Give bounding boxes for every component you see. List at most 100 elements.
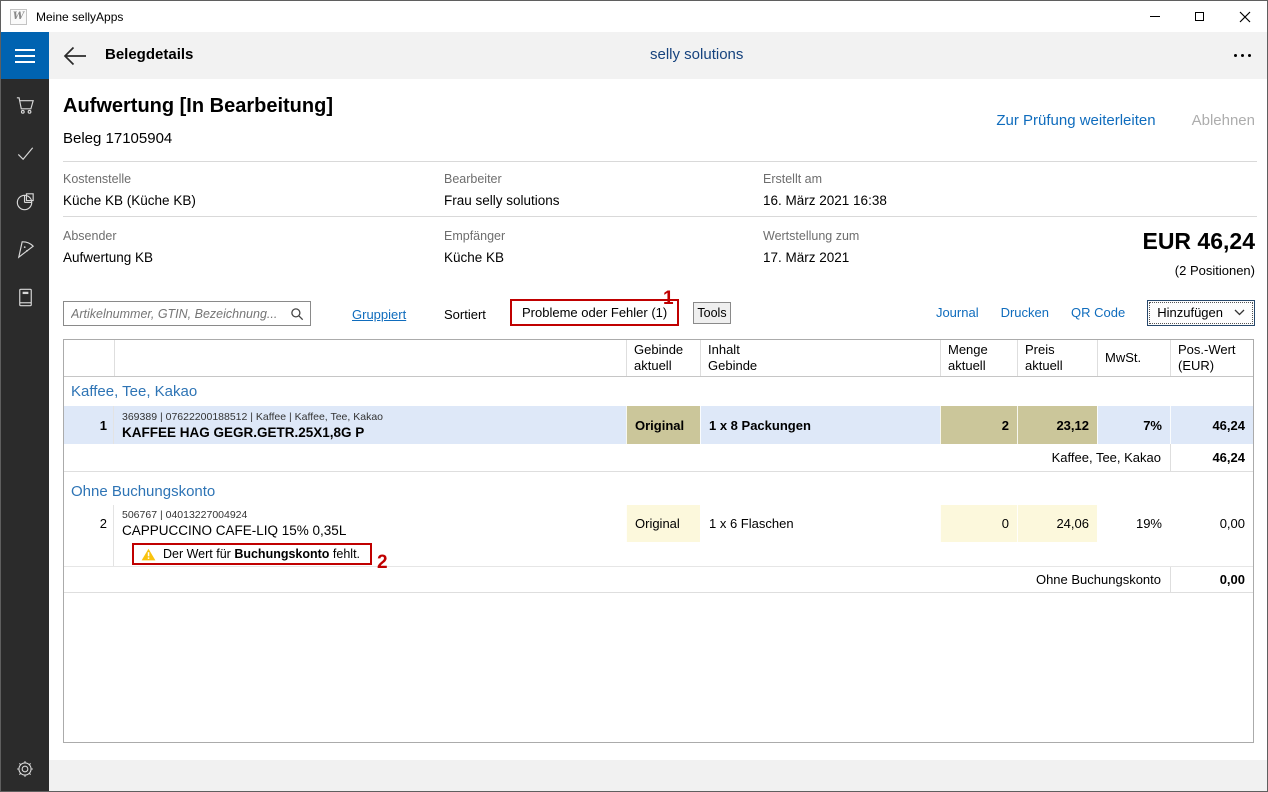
sidebar-item-catalog[interactable]: [1, 281, 49, 313]
ellipsis-icon: [1234, 54, 1237, 57]
document-number: Beleg 17105904: [63, 130, 172, 147]
meta-label: Erstellt am: [763, 172, 1063, 186]
bottom-bar: [49, 760, 1267, 791]
cell-pos-wert: 0,00: [1170, 505, 1253, 542]
col-gebinde: Gebindeaktuell: [626, 340, 700, 376]
search-box: [63, 301, 311, 326]
table-row-2[interactable]: 2 506767 | 04013227004924 CAPPUCCINO CAF…: [64, 505, 1253, 542]
col-preis: Preisaktuell: [1017, 340, 1097, 376]
app-icon: W: [10, 9, 27, 25]
col-row-number: [64, 340, 114, 376]
article-title: KAFFEE HAG GEGR.GETR.25X1,8G P: [122, 425, 618, 440]
article-description: 369389 | 07622200188512 | Kaffee | Kaffe…: [114, 406, 626, 444]
meta-bearbeiter: Bearbeiter Frau selly solutions: [444, 172, 744, 208]
brand-label: selly solutions: [650, 46, 743, 63]
meta-value: Aufwertung KB: [63, 250, 363, 265]
price-tag-icon: [14, 238, 37, 261]
subtotal-value: 46,24: [1170, 444, 1253, 471]
cell-preis: 24,06: [1017, 505, 1097, 542]
meta-label: Absender: [63, 229, 363, 243]
meta-kostenstelle: Kostenstelle Küche KB (Küche KB): [63, 172, 363, 208]
document-title: Aufwertung [In Bearbeitung]: [63, 95, 333, 118]
qr-code-link[interactable]: QR Code: [1071, 305, 1125, 320]
cell-mwst: 7%: [1097, 406, 1170, 444]
forward-for-review-link[interactable]: Zur Prüfung weiterleiten: [996, 112, 1155, 129]
hamburger-menu-button[interactable]: [1, 32, 49, 79]
col-menge: Mengeaktuell: [940, 340, 1017, 376]
meta-value: Küche KB (Küche KB): [63, 193, 363, 208]
book-icon: [14, 286, 37, 309]
cell-inhalt: 1 x 8 Packungen: [700, 406, 940, 444]
chevron-down-icon: [1234, 309, 1245, 316]
sidebar-item-articles[interactable]: [1, 233, 49, 265]
add-dropdown-button[interactable]: Hinzufügen: [1147, 300, 1255, 326]
row-number: 1: [64, 406, 114, 444]
checkmark-icon: [14, 142, 37, 165]
toolbar-right: Journal Drucken QR Code Hinzufügen: [936, 299, 1255, 326]
col-description: [114, 340, 626, 376]
page-title: Belegdetails: [105, 46, 193, 63]
positions-table: Gebindeaktuell InhaltGebinde Mengeaktuel…: [63, 339, 1254, 743]
warning-row: Der Wert für Buchungskonto fehlt. 2: [64, 542, 1253, 567]
minimize-icon: [1150, 16, 1160, 17]
warning-text: Der Wert für Buchungskonto fehlt.: [163, 547, 360, 561]
meta-wertstellung: Wertstellung zum 17. März 2021: [763, 229, 1063, 265]
table-header-row: Gebindeaktuell InhaltGebinde Mengeaktuel…: [64, 340, 1253, 377]
table-row-1[interactable]: 1 369389 | 07622200188512 | Kaffee | Kaf…: [64, 406, 1253, 444]
print-link[interactable]: Drucken: [1001, 305, 1049, 320]
meta-label: Kostenstelle: [63, 172, 363, 186]
close-button[interactable]: [1222, 1, 1267, 32]
divider: [63, 216, 1257, 217]
row-number: 2: [64, 505, 114, 542]
sidebar: [1, 79, 49, 791]
search-input[interactable]: [64, 307, 290, 321]
hamburger-icon: [15, 49, 35, 51]
cell-preis: 23,12: [1017, 406, 1097, 444]
subtotal-row-kaffee: Kaffee, Tee, Kakao 46,24: [64, 444, 1253, 472]
maximize-button[interactable]: [1177, 1, 1222, 32]
meta-absender: Absender Aufwertung KB: [63, 229, 363, 265]
sidebar-item-reports[interactable]: [1, 185, 49, 217]
settings-gear-icon: [14, 758, 36, 780]
total-amount: EUR 46,24: [1142, 228, 1255, 255]
annotation-marker-1: 1: [663, 288, 674, 310]
sidebar-item-orders[interactable]: [1, 89, 49, 121]
journal-link[interactable]: Journal: [936, 305, 979, 320]
cell-pos-wert: 46,24: [1170, 406, 1253, 444]
cell-inhalt: 1 x 6 Flaschen: [700, 505, 940, 542]
problems-filter[interactable]: Probleme oder Fehler (1): [522, 305, 667, 320]
cart-icon: [14, 94, 37, 117]
meta-value: Küche KB: [444, 250, 744, 265]
sidebar-item-approvals[interactable]: [1, 137, 49, 169]
add-button-label: Hinzufügen: [1157, 305, 1223, 320]
window-title: Meine sellyApps: [36, 10, 123, 24]
annotation-box-problems: Probleme oder Fehler (1): [510, 299, 679, 326]
back-button[interactable]: [61, 42, 89, 70]
col-pos-wert: Pos.-Wert(EUR): [1170, 340, 1253, 376]
cell-menge: 0: [940, 505, 1017, 542]
divider: [63, 161, 1257, 162]
article-meta: 369389 | 07622200188512 | Kaffee | Kaffe…: [122, 411, 618, 423]
minimize-button[interactable]: [1132, 1, 1177, 32]
tools-button[interactable]: Tools: [693, 302, 731, 324]
more-options-button[interactable]: [1234, 54, 1251, 57]
sidebar-item-settings[interactable]: [1, 753, 49, 785]
cell-gebinde: Original: [626, 406, 700, 444]
annotation-box-warning: Der Wert für Buchungskonto fehlt.: [132, 543, 372, 565]
grouped-toggle[interactable]: Gruppiert: [352, 307, 406, 322]
close-icon: [1239, 11, 1251, 23]
back-arrow-icon: [62, 44, 88, 68]
subtotal-label: Ohne Buchungskonto: [64, 567, 1170, 592]
meta-value: 17. März 2021: [763, 250, 1063, 265]
group-header-ohne-buchungskonto: Ohne Buchungskonto: [64, 472, 1253, 505]
article-title: CAPPUCCINO CAFE-LIQ 15% 0,35L: [122, 523, 618, 538]
window-controls: [1132, 1, 1267, 32]
cell-menge: 2: [940, 406, 1017, 444]
col-mwst: MwSt.: [1097, 340, 1170, 376]
warning-icon: [141, 548, 156, 561]
subtotal-label: Kaffee, Tee, Kakao: [64, 444, 1170, 471]
app-window: W Meine sellyApps Belegdetails selly sol…: [0, 0, 1268, 792]
sorted-toggle[interactable]: Sortiert: [444, 307, 486, 322]
subtotal-value: 0,00: [1170, 567, 1253, 592]
meta-erstellt-am: Erstellt am 16. März 2021 16:38: [763, 172, 1063, 208]
